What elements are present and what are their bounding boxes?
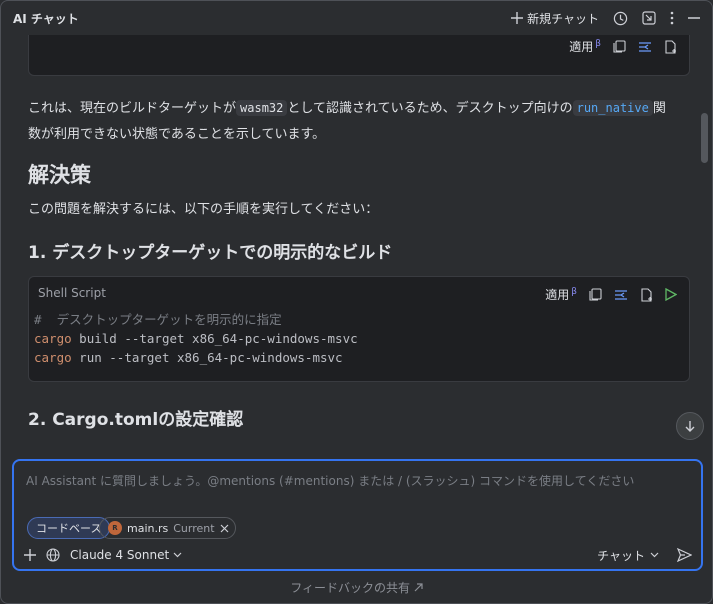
new-chat-button[interactable]: 新規チャット — [511, 10, 599, 27]
code-line: cargo run --target x86_64-pc-windows-msv… — [34, 350, 343, 365]
code-toolbar: 適用 β — [545, 286, 677, 303]
run-icon[interactable] — [665, 288, 677, 301]
code-toolbar: 適用 β — [569, 38, 677, 55]
code-block-previous: 適用 β — [28, 35, 690, 76]
minimize-panel-icon[interactable] — [642, 11, 656, 25]
file-name: main.rs — [127, 521, 169, 535]
code-language-label: Shell Script — [38, 286, 106, 300]
chevron-down-icon — [173, 552, 182, 558]
instruction-paragraph: この問題を解決するには、以下の手順を実行してください： — [28, 202, 379, 217]
chat-title: AI チャット — [13, 11, 79, 26]
apply-button[interactable]: 適用 β — [545, 286, 577, 303]
file-status: Current — [173, 521, 215, 535]
plus-icon — [511, 12, 524, 24]
prompt-input-area[interactable]: AI Assistant に質問しましょう。@mentions (#mentio… — [12, 459, 703, 571]
explanation-paragraph: これは、現在のビルドターゲットが wasm32 として認識されているため、デスクトッ… — [28, 100, 666, 142]
inline-code-target: wasm32 — [236, 100, 288, 116]
chevron-down-icon — [650, 552, 659, 558]
globe-icon[interactable] — [46, 548, 60, 562]
send-icon[interactable] — [677, 548, 692, 562]
apply-button[interactable]: 適用 β — [569, 38, 601, 55]
new-chat-label: 新規チャット — [527, 11, 599, 26]
scroll-to-bottom-button[interactable] — [676, 412, 704, 440]
arrow-down-icon — [684, 420, 696, 433]
model-selector[interactable]: Claude 4 Sonnet — [70, 548, 182, 562]
hide-panel-icon[interactable] — [688, 17, 700, 19]
insert-at-caret-icon[interactable] — [614, 289, 628, 301]
heading-step2: 2. Cargo.tomlの設定確認 — [28, 410, 244, 430]
more-options-icon[interactable] — [670, 11, 674, 25]
code-line: # デスクトップターゲットを明示的に指定 — [34, 312, 282, 327]
code-line: cargo build --target x86_64-pc-windows-m… — [34, 331, 358, 346]
new-file-icon[interactable] — [664, 39, 677, 54]
chat-header: AI チャット 新規チャット — [1, 1, 712, 35]
scrollbar-thumb[interactable] — [701, 113, 708, 163]
input-bottom-bar: Claude 4 Sonnet チャット — [24, 545, 692, 565]
inline-code-function: run_native — [572, 100, 653, 116]
code-block-shell: Shell Script 適用 β # デスクトップターゲットを明示的に指定 car… — [28, 276, 690, 382]
new-file-icon[interactable] — [640, 287, 653, 302]
copy-icon[interactable] — [613, 40, 626, 53]
mode-selector[interactable]: チャット — [597, 547, 659, 564]
heading-step1: 1. デスクトップターゲットでの明示的なビルド — [28, 243, 393, 263]
remove-context-icon[interactable] — [220, 524, 229, 533]
rust-file-icon: R — [108, 521, 122, 535]
heading-solution: 解決策 — [28, 163, 91, 187]
feedback-link[interactable]: フィードバックの共有 — [1, 579, 712, 596]
mode-label: チャット — [597, 548, 645, 563]
chat-messages[interactable]: 適用 β これは、現在のビルドターゲットが wasm32 として認識されているため、デ… — [1, 35, 701, 443]
add-context-icon[interactable] — [24, 549, 36, 561]
ai-chat-window: AI チャット 新規チャット 適用 β これは、現在のビルドターゲットが was… — [0, 0, 713, 604]
code-content: # デスクトップターゲットを明示的に指定 cargo build --target… — [34, 310, 358, 367]
copy-icon[interactable] — [589, 288, 602, 301]
codebase-chip[interactable]: コードベース — [27, 517, 111, 539]
history-icon[interactable] — [613, 11, 628, 26]
file-context-chip[interactable]: R main.rs Current — [99, 517, 236, 539]
prompt-placeholder[interactable]: AI Assistant に質問しましょう。@mentions (#mentio… — [26, 472, 634, 489]
model-name: Claude 4 Sonnet — [70, 548, 170, 562]
insert-at-caret-icon[interactable] — [638, 41, 652, 53]
external-link-icon — [414, 583, 423, 592]
